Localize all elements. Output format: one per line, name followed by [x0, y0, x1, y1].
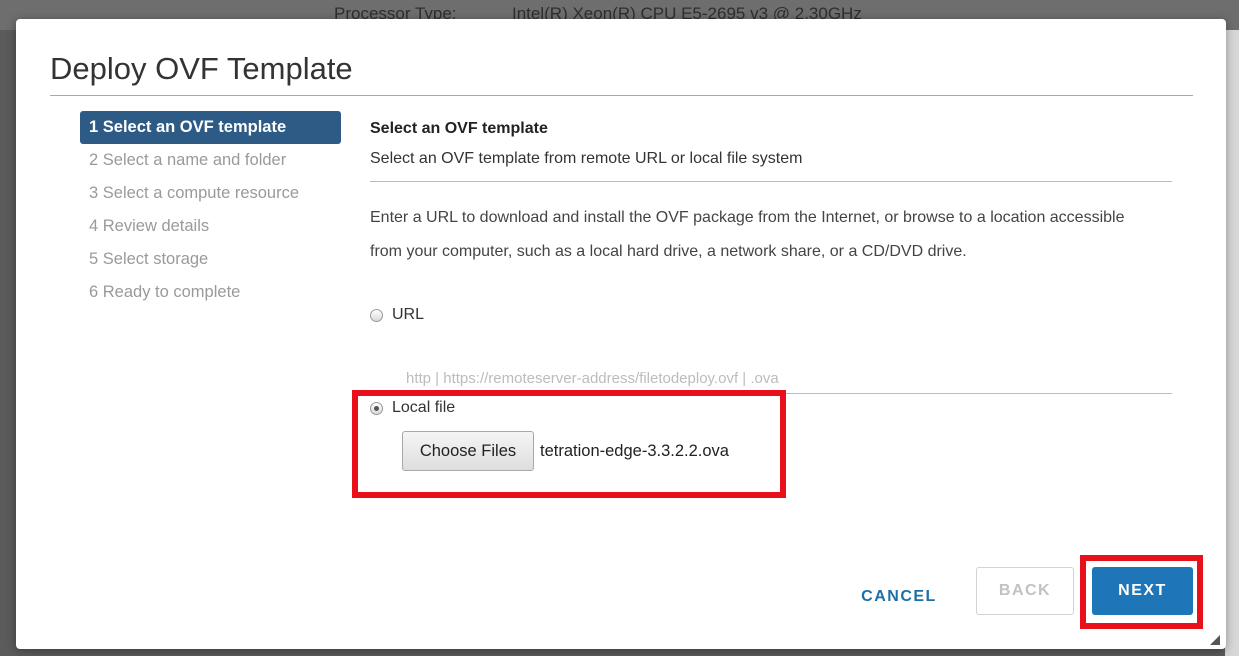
- wizard-steps: 1 Select an OVF template 2 Select a name…: [80, 111, 345, 309]
- deploy-ovf-dialog: Deploy OVF Template 1 Select an OVF temp…: [16, 19, 1226, 649]
- step-select-ovf-template[interactable]: 1 Select an OVF template: [80, 111, 341, 144]
- dialog-title: Deploy OVF Template: [50, 51, 353, 86]
- title-divider: [50, 95, 1193, 96]
- local-file-highlight-box: [352, 390, 786, 498]
- instructions-text: Enter a URL to download and install the …: [370, 209, 1125, 260]
- url-option[interactable]: URL: [370, 306, 424, 324]
- background-panel-edge: [1225, 30, 1239, 656]
- resize-grip-icon[interactable]: [1210, 635, 1220, 645]
- step-ready-to-complete: 6 Ready to complete: [89, 283, 241, 301]
- next-highlight-box: [1080, 555, 1203, 629]
- section-divider: [370, 181, 1172, 182]
- section-subtitle: Select an OVF template from remote URL o…: [370, 150, 803, 167]
- back-button[interactable]: BACK: [976, 567, 1074, 615]
- step-select-name-folder: 2 Select a name and folder: [89, 151, 287, 169]
- step-select-compute-resource: 3 Select a compute resource: [89, 184, 300, 202]
- step-select-storage: 5 Select storage: [89, 250, 209, 268]
- step-review-details: 4 Review details: [89, 217, 210, 235]
- section-title: Select an OVF template: [370, 120, 548, 137]
- url-radio-label: URL: [392, 306, 425, 323]
- url-radio[interactable]: [370, 308, 383, 322]
- cancel-button[interactable]: CANCEL: [844, 575, 954, 619]
